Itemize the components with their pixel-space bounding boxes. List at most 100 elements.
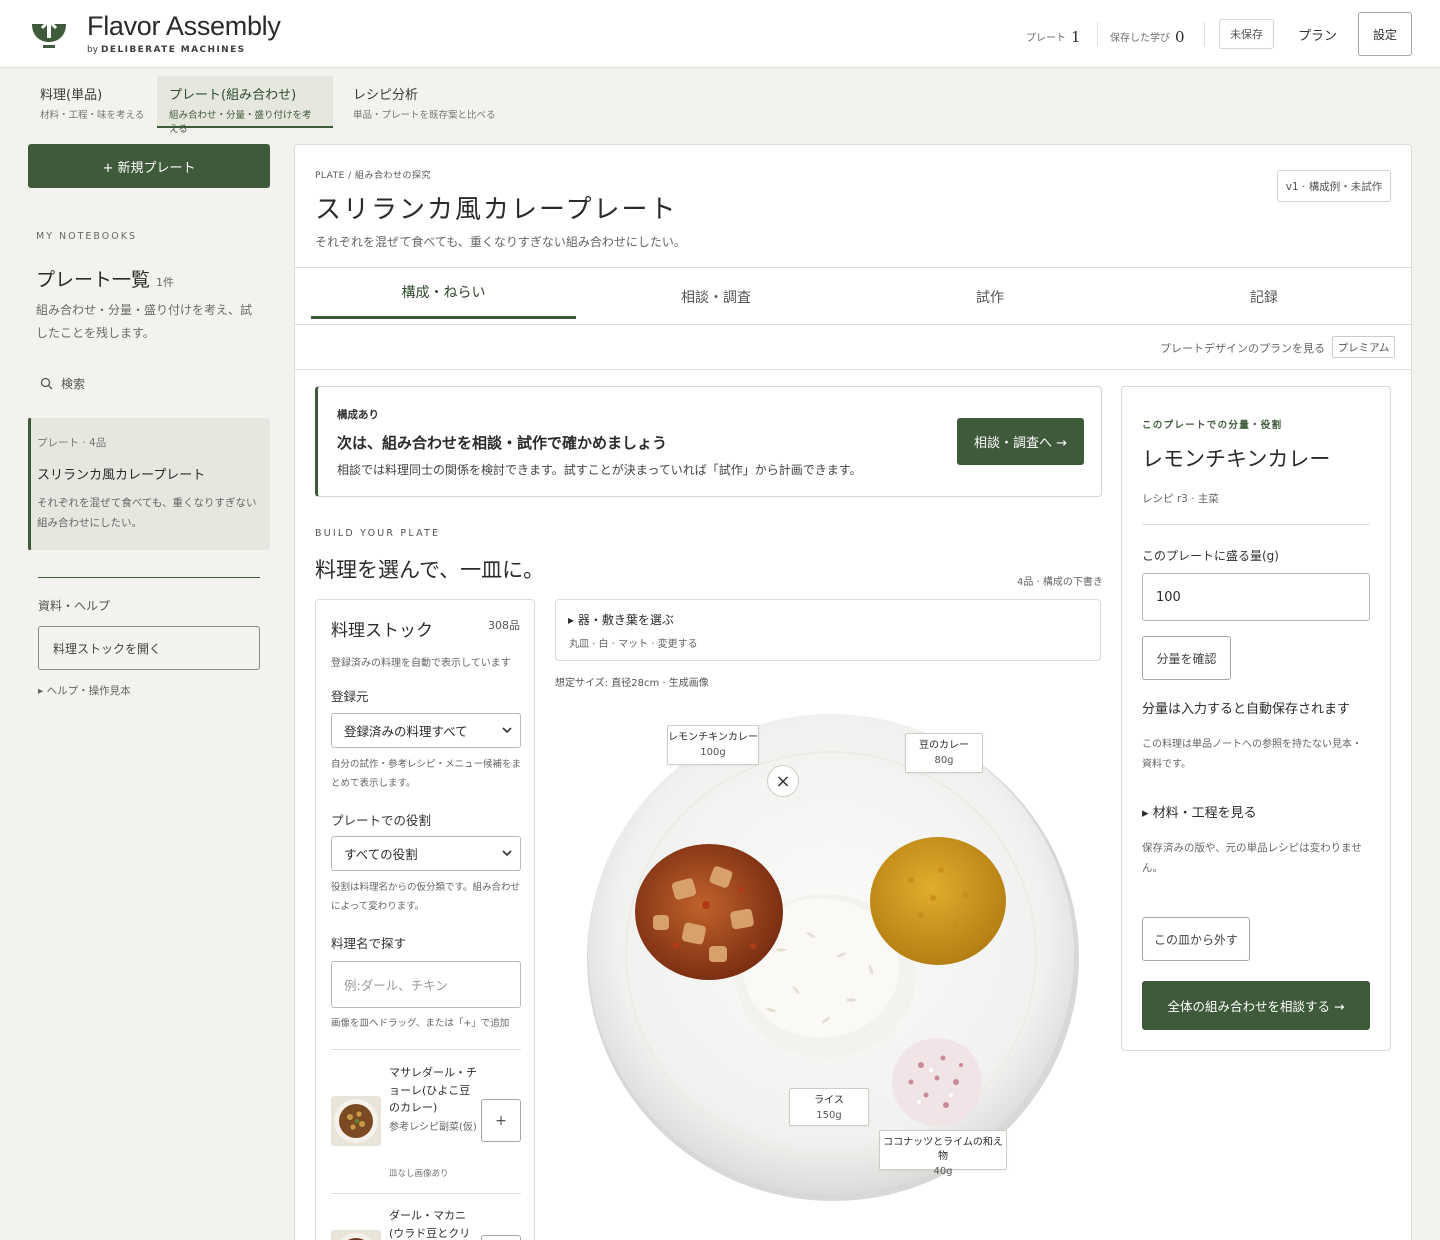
item-detail-panel: このプレートでの分量・役割 レモンチキンカレー レシピ r3 · 主菜 このプレ… — [1121, 386, 1391, 1051]
top-bar: Flavor Assembly by DELIBERATE MACHINES プレ… — [0, 0, 1440, 68]
plan-row: プレートデザインのプランを見る プレミアム — [295, 325, 1411, 370]
vessel-heading: ▸ 器・敷き葉を選ぶ — [568, 613, 674, 627]
add-dish-button[interactable]: + — [481, 1099, 521, 1142]
plates-stat: プレート 1 — [1026, 28, 1081, 46]
search-icon — [40, 377, 53, 390]
mode-tab-plate[interactable]: プレート(組み合わせ) 組み合わせ・分量・盛り付けを考える — [157, 76, 333, 135]
build-meta: 4品 · 構成の下書き — [1017, 577, 1103, 588]
next-step-notice: 構成あり 次は、組み合わせを相談・試作で確かめましょう 相談では料理同士の関係を… — [315, 386, 1102, 497]
plate-list-item[interactable]: プレート · 4品 スリランカ風カレープレート それぞれを混ぜて食べても、重くな… — [28, 418, 270, 550]
brand-company: by DELIBERATE MACHINES — [87, 45, 246, 55]
page-subtitle: それぞれを混ぜて食べても、重くなりすぎない組み合わせにしたい。 — [315, 235, 686, 249]
dish-note: 皿なし画像あり — [389, 1169, 449, 1179]
plate-label-salad[interactable]: ココナッツとライムの和え物 40g — [879, 1130, 1007, 1177]
dish-thumbnail[interactable] — [331, 1096, 381, 1146]
plan-link[interactable]: プラン — [1298, 25, 1337, 44]
role-label: プレートでの役割 — [331, 813, 432, 828]
new-plate-button[interactable]: + 新規プレート — [28, 144, 270, 188]
chevron-down-icon — [502, 727, 512, 734]
plate-label-dal[interactable]: 豆のカレー 80g — [905, 733, 983, 773]
search-label: 検索 — [61, 377, 86, 391]
tab-record[interactable]: 記録 — [1129, 268, 1399, 326]
tab-composition[interactable]: 構成・ねらい — [311, 268, 576, 319]
item-grams: 80g — [934, 755, 954, 766]
divider — [331, 1049, 521, 1050]
brand-name[interactable]: Flavor Assembly — [87, 11, 281, 42]
process-toggle[interactable]: ▸ 材料・工程を見る — [1142, 802, 1257, 821]
learned-stat: 保存した学び 0 — [1110, 28, 1185, 46]
plate-meta: プレート · 4品 — [37, 437, 107, 449]
source-value: 登録済みの料理すべて — [344, 724, 468, 739]
go-consult-button[interactable]: 相談・調査へ → — [957, 418, 1084, 465]
version-badge[interactable]: v1 · 構成例・未試作 — [1277, 170, 1391, 202]
remove-item-button[interactable]: × — [767, 765, 799, 797]
item-name: レモンチキンカレー — [668, 732, 758, 743]
item-name: ココナッツとライムの和え物 — [883, 1137, 1003, 1162]
divider — [38, 577, 260, 578]
dal-curry-portion[interactable] — [870, 837, 1006, 965]
notice-heading: 次は、組み合わせを相談・試作で確かめましょう — [337, 434, 668, 452]
item-name: ライス — [814, 1095, 844, 1106]
tab-subtitle: 材料・工程・味を考える — [40, 110, 145, 121]
build-eyebrow: BUILD YOUR PLATE — [315, 528, 441, 539]
detail-recipe: レシピ r3 · 主菜 — [1142, 493, 1219, 505]
unsaved-badge: 未保存 — [1219, 19, 1274, 49]
vessel-sub: 丸皿 · 白 · マット · 変更する — [569, 639, 698, 650]
notice-body: 相談では料理同士の関係を検討できます。試すことが決まっていれば「試作」から計画で… — [337, 463, 862, 477]
stock-count: 308品 — [488, 619, 520, 632]
item-grams: 100g — [700, 747, 726, 758]
plate-design-plan-link[interactable]: プレートデザインのプランを見る — [1160, 340, 1325, 356]
role-select[interactable]: すべての役割 — [331, 836, 521, 871]
dish-search-input[interactable]: 例:ダール、チキン — [331, 961, 521, 1008]
logo-icon[interactable] — [30, 18, 68, 50]
quantity-input[interactable]: 100 — [1142, 573, 1370, 621]
plate-description: それぞれを混ぜて食べても、重くなりすぎない組み合わせにしたい。 — [37, 497, 257, 529]
dish-search-label: 料理名で探す — [331, 936, 407, 951]
role-help: 役割は料理名からの仮分類です。組み合わせによって変わります。 — [331, 882, 521, 912]
assumed-size: 想定サイズ: 直径28cm · 生成画像 — [555, 678, 709, 689]
divider — [1097, 22, 1098, 46]
open-stock-button[interactable]: 料理ストックを開く — [38, 626, 260, 670]
stock-note: 登録済みの料理を自動で表示しています — [331, 658, 511, 669]
dish-name: ダール・マカニ(ウラド豆とクリーム) — [389, 1209, 471, 1240]
plate-label-curry[interactable]: レモンチキンカレー 100g — [667, 725, 759, 765]
resources-heading: 資料・ヘルプ — [38, 599, 111, 613]
role-value: すべての役割 — [344, 847, 418, 862]
dish-tag: 参考レシピ副菜(仮) — [389, 1122, 477, 1133]
consult-all-button[interactable]: 全体の組み合わせを相談する → — [1142, 981, 1370, 1030]
notice-eyebrow: 構成あり — [337, 409, 379, 421]
check-quantity-button[interactable]: 分量を確認 — [1142, 636, 1231, 680]
detail-name: レモンチキンカレー — [1142, 447, 1331, 471]
notebooks-eyebrow: MY NOTEBOOKS — [36, 231, 137, 242]
tab-trial[interactable]: 試作 — [855, 268, 1125, 326]
plate-label-rice[interactable]: ライス 150g — [789, 1088, 869, 1126]
breadcrumb: PLATE / 組み合わせの探究 — [315, 171, 432, 181]
plate-list-title: プレート一覧 1件 — [36, 269, 175, 291]
vessel-selector[interactable]: ▸ 器・敷き葉を選ぶ 丸皿 · 白 · マット · 変更する — [555, 599, 1101, 661]
source-help: 自分の試作・参考レシピ・メニュー候補をまとめて表示します。 — [331, 759, 522, 789]
plate-tabs: 構成・ねらい 相談・調査 試作 記録 — [295, 267, 1411, 325]
quantity-label: このプレートに盛る量(g) — [1142, 549, 1279, 563]
plate-list-description: 組み合わせ・分量・盛り付けを考え、試したことを残します。 — [36, 303, 253, 340]
stock-title: 料理ストック — [331, 621, 433, 641]
source-label: 登録元 — [331, 689, 369, 704]
premium-badge[interactable]: プレミアム — [1332, 336, 1395, 358]
mode-tab-analysis[interactable]: レシピ分析 単品・プレートを既存案と比べる — [341, 76, 508, 128]
lemon-chicken-curry-portion[interactable] — [635, 844, 783, 980]
coconut-lime-salad-portion[interactable] — [892, 1038, 982, 1126]
sidebar-search[interactable]: 検索 — [40, 375, 85, 392]
build-heading: 料理を選んで、一皿に。 — [315, 558, 545, 582]
reference-note: この料理は単品ノートへの参照を持たない見本・資料です。 — [1142, 739, 1362, 770]
remove-from-plate-button[interactable]: この皿から外す — [1142, 917, 1250, 961]
divider — [331, 1193, 521, 1194]
autosave-note: 分量は入力すると自動保存されます — [1142, 702, 1351, 717]
source-select[interactable]: 登録済みの料理すべて — [331, 713, 521, 748]
settings-button[interactable]: 設定 — [1358, 12, 1412, 56]
help-toggle[interactable]: ▸ ヘルプ・操作見本 — [38, 683, 131, 698]
tab-consult[interactable]: 相談・調査 — [581, 268, 851, 326]
dish-thumbnail[interactable] — [331, 1230, 381, 1240]
mode-tab-single[interactable]: 料理(単品) 材料・工程・味を考える — [28, 76, 156, 128]
item-grams: 40g — [933, 1166, 953, 1177]
tab-title: レシピ分析 — [353, 88, 419, 103]
add-dish-button[interactable]: + — [481, 1235, 521, 1240]
